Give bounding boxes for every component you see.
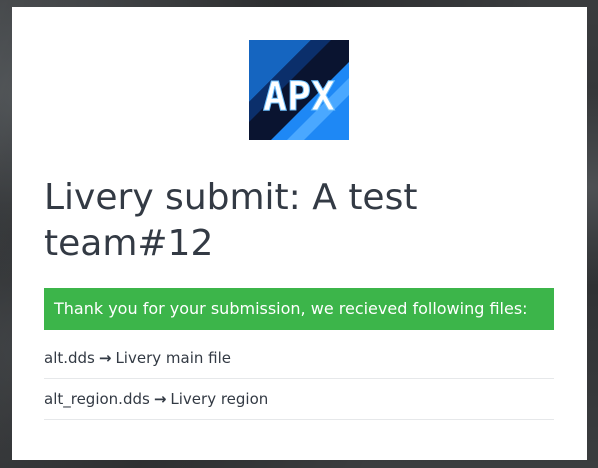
file-description: Livery main file bbox=[115, 349, 231, 367]
apx-logo: APX bbox=[249, 40, 349, 140]
file-description: Livery region bbox=[170, 390, 269, 408]
arrow-right-icon: → bbox=[153, 390, 167, 408]
logo-text: APX bbox=[263, 74, 335, 120]
submission-card: APX Livery submit: A test team#12 Thank … bbox=[12, 7, 587, 460]
list-item: alt_region.dds → Livery region bbox=[44, 379, 554, 420]
success-alert: Thank you for your submission, we reciev… bbox=[44, 288, 554, 330]
file-list: alt.dds → Livery main file alt_region.dds →… bbox=[44, 338, 554, 420]
file-name: alt_region.dds bbox=[44, 390, 150, 408]
apx-logo-icon: APX bbox=[249, 40, 349, 140]
list-item: alt.dds → Livery main file bbox=[44, 338, 554, 379]
arrow-right-icon: → bbox=[98, 349, 112, 367]
page-title: Livery submit: A test team#12 bbox=[44, 177, 418, 264]
file-name: alt.dds bbox=[44, 349, 95, 367]
